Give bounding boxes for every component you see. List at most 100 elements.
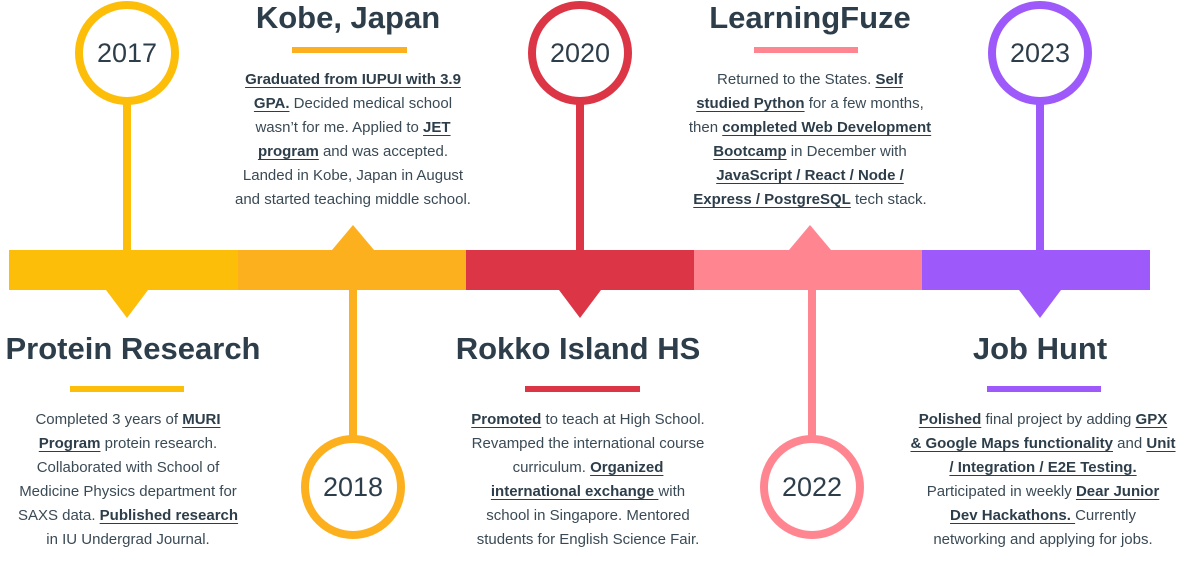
title-underline-2020 xyxy=(525,386,640,392)
timeline-segment-2020 xyxy=(466,250,694,290)
title-underline-2023 xyxy=(987,386,1101,392)
event-description-2018: Graduated from IUPUI with 3.9 GPA. Decide… xyxy=(183,68,523,212)
year-label: 2023 xyxy=(1009,37,1071,68)
highlighted-text: Polished xyxy=(918,411,982,428)
event-description-2023: Polished final project by adding GPX & Go… xyxy=(873,408,1188,552)
description-text: and started teaching middle school. xyxy=(235,191,471,208)
description-line: and started teaching middle school. xyxy=(183,188,523,212)
description-line: Landed in Kobe, Japan in August xyxy=(183,164,523,188)
description-text: tech stack. xyxy=(850,191,927,208)
description-text: Participated in weekly xyxy=(926,483,1076,500)
year-label: 2018 xyxy=(322,471,384,502)
description-line: / Integration / E2E Testing. xyxy=(873,456,1188,480)
description-text: for a few months, xyxy=(804,95,924,112)
stem-2023 xyxy=(1036,100,1044,250)
stem-2022 xyxy=(808,290,816,440)
year-label: 2020 xyxy=(549,37,611,68)
description-text: curriculum. xyxy=(512,459,591,476)
description-line: school in Singapore. Mentored xyxy=(418,504,758,528)
description-text: wasn’t for me. Applied to xyxy=(255,119,424,136)
highlighted-text: Dev Hackathons. xyxy=(950,507,1076,524)
pointer-triangle-2018 xyxy=(332,225,374,250)
description-line: Revamped the international course xyxy=(418,432,758,456)
title-underline-2022 xyxy=(754,47,858,53)
description-text: Returned to the States. xyxy=(717,71,876,88)
description-text: Currently xyxy=(1075,507,1136,524)
pointer-triangle-2023 xyxy=(1019,290,1061,318)
description-text: in December with xyxy=(786,143,907,160)
description-text: protein research. xyxy=(100,435,218,452)
description-line: Bootcamp in December with xyxy=(640,140,980,164)
highlighted-text: Organized xyxy=(590,459,664,476)
highlighted-text: GPX xyxy=(1135,411,1168,428)
description-line: SAXS data. Published research xyxy=(0,504,298,528)
event-title-kobe-japan: Kobe, Japan xyxy=(255,0,441,35)
title-underline-2017 xyxy=(70,386,184,392)
event-title-protein-research: Protein Research xyxy=(5,331,261,366)
highlighted-text: Program xyxy=(38,435,101,452)
description-text: with xyxy=(658,483,686,500)
description-text: Landed in Kobe, Japan in August xyxy=(242,167,464,184)
description-line: curriculum. Organized xyxy=(418,456,758,480)
description-text: to teach at High School. xyxy=(541,411,705,428)
event-title-job-hunt: Job Hunt xyxy=(972,331,1108,366)
highlighted-text: & Google Maps functionality xyxy=(910,435,1113,452)
year-circle-2022: 2022 xyxy=(760,435,864,539)
description-text: and xyxy=(1112,435,1147,452)
description-line: wasn’t for me. Applied to JET xyxy=(183,116,523,140)
description-line: program and was accepted. xyxy=(183,140,523,164)
year-circle-2023: 2023 xyxy=(988,1,1092,105)
highlighted-text: Unit xyxy=(1146,435,1176,452)
description-line: Completed 3 years of MURI xyxy=(0,408,298,432)
description-line: then completed Web Development xyxy=(640,116,980,140)
description-text: final project by adding xyxy=(981,411,1136,428)
pointer-triangle-2020 xyxy=(559,290,601,318)
description-line: Program protein research. xyxy=(0,432,298,456)
description-line: JavaScript / React / Node / xyxy=(640,164,980,188)
description-text: and was accepted. xyxy=(318,143,449,160)
description-line: GPA. Decided medical school xyxy=(183,92,523,116)
highlighted-text: Graduated from IUPUI with 3.9 xyxy=(245,71,461,88)
description-text: Collaborated with School of xyxy=(36,459,220,476)
highlighted-text: international exchange xyxy=(490,483,659,500)
description-line: networking and applying for jobs. xyxy=(873,528,1188,552)
highlighted-text: Bootcamp xyxy=(713,143,787,160)
description-text: SAXS data. xyxy=(17,507,100,524)
highlighted-text: JavaScript / React / Node / xyxy=(716,167,904,184)
year-label: 2022 xyxy=(781,471,843,502)
description-line: Express / PostgreSQL tech stack. xyxy=(640,188,980,212)
description-line: international exchange with xyxy=(418,480,758,504)
event-title-rokko-island-hs: Rokko Island HS xyxy=(455,331,701,366)
description-line: Dev Hackathons. Currently xyxy=(873,504,1188,528)
pointer-triangle-2017 xyxy=(106,290,148,318)
year-circle-2018: 2018 xyxy=(301,435,405,539)
highlighted-text: Published research xyxy=(99,507,239,524)
description-text: students for English Science Fair. xyxy=(476,531,700,548)
description-text: Decided medical school xyxy=(289,95,453,112)
description-text: Medicine Physics department for xyxy=(19,483,237,500)
year-circle-2020: 2020 xyxy=(528,1,632,105)
description-line: in IU Undergrad Journal. xyxy=(0,528,298,552)
year-circle-2017: 2017 xyxy=(75,1,179,105)
description-text: school in Singapore. Mentored xyxy=(486,507,690,524)
highlighted-text: GPA. xyxy=(253,95,290,112)
stem-2017 xyxy=(123,100,131,250)
description-line: & Google Maps functionality and Unit xyxy=(873,432,1188,456)
description-line: Medicine Physics department for xyxy=(0,480,298,504)
year-label: 2017 xyxy=(96,37,158,68)
description-line: Returned to the States. Self xyxy=(640,68,980,92)
highlighted-text: studied Python xyxy=(696,95,805,112)
timeline-segment-2018 xyxy=(238,250,466,290)
highlighted-text: completed Web Development xyxy=(722,119,932,136)
highlighted-text: JET xyxy=(423,119,451,136)
highlighted-text: Promoted xyxy=(471,411,542,428)
event-description-2017: Completed 3 years of MURI Program protein… xyxy=(0,408,298,552)
description-line: Polished final project by adding GPX xyxy=(873,408,1188,432)
highlighted-text: MURI xyxy=(182,411,221,428)
timeline-segment-2023 xyxy=(922,250,1150,290)
description-line: Participated in weekly Dear Junior xyxy=(873,480,1188,504)
description-line: Graduated from IUPUI with 3.9 xyxy=(183,68,523,92)
description-line: Collaborated with School of xyxy=(0,456,298,480)
description-line: students for English Science Fair. xyxy=(418,528,758,552)
description-text: then xyxy=(688,119,723,136)
